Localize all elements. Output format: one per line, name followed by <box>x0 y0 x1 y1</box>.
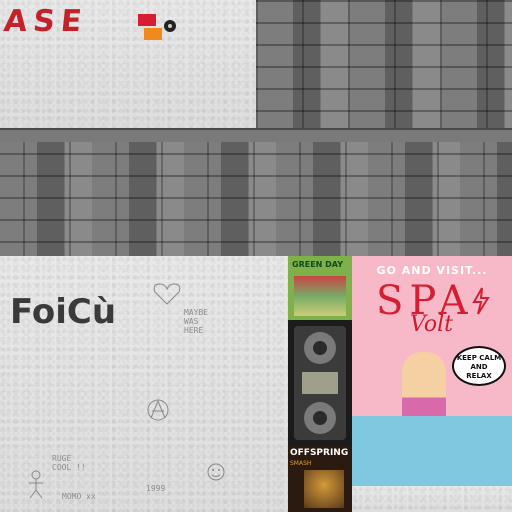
stone-wall-middle <box>0 142 512 256</box>
spa-poster-tagline: GO AND VISIT... <box>376 264 488 277</box>
stone-wall-top-right <box>256 0 512 128</box>
poster-offspring: OFFSPRING SMASH <box>288 446 352 512</box>
scribble-maybe: MAYBE WAS HERE <box>184 308 209 335</box>
scribble-ruge: RUGE COOL !! <box>52 454 86 472</box>
spa-illustration-water <box>352 416 512 486</box>
poster-offspring-subtitle: SMASH <box>290 460 312 467</box>
smiley-doodle-icon <box>207 463 225 481</box>
scribble-momo: MOMO xx <box>62 492 96 501</box>
poster-green-day-title: GREEN DAY <box>292 260 343 269</box>
poster-offspring-title: OFFSPRING <box>290 448 349 458</box>
poster-boombox <box>288 320 352 446</box>
plaster-panel-top-left: ASE <box>0 0 256 128</box>
dg-sticker-icon <box>138 14 176 40</box>
plaster-strip-bottom-right <box>352 486 512 512</box>
poster-green-day: GREEN DAY <box>288 256 352 320</box>
stick-figure-doodle-icon <box>29 470 43 499</box>
plaster-panel-bottom-left: FoiCù MAYBE WAS HERE RUGE COOL !! MOMO x… <box>0 256 288 512</box>
scribble-number: 1999 <box>146 484 166 493</box>
poster-offspring-art <box>304 470 344 508</box>
anarchy-doodle-icon <box>147 399 169 421</box>
heart-doodle-icon <box>153 283 181 305</box>
graffiti-tag-foicu: FoiCù <box>10 292 117 332</box>
spa-poster-subtitle: Volt <box>410 312 453 337</box>
spa-poster: GO AND VISIT... SPA Volt KEEP CALM AND R… <box>352 256 512 486</box>
spa-speech-bubble: KEEP CALM AND RELAX <box>452 346 506 386</box>
poster-green-day-art <box>294 276 346 316</box>
boombox-icon <box>294 326 346 440</box>
graffiti-tag-ase: ASE <box>2 4 90 39</box>
lightning-icon <box>472 287 490 315</box>
